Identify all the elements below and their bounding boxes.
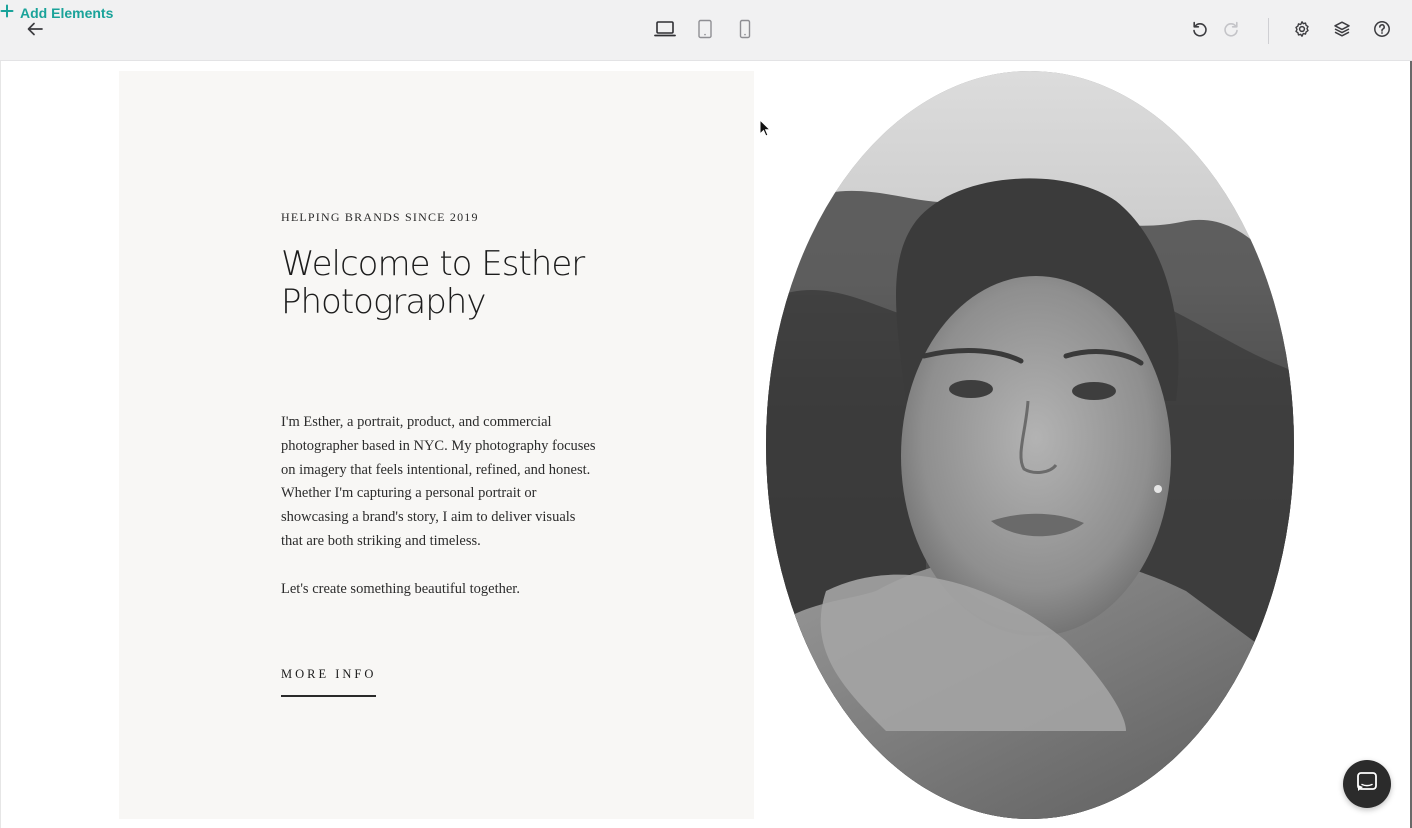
help-button[interactable] (1365, 14, 1399, 48)
redo-button[interactable] (1214, 14, 1248, 48)
plus-icon (0, 4, 14, 23)
chat-icon (1356, 771, 1378, 798)
mouse-cursor-icon (759, 118, 772, 142)
redo-icon (1222, 20, 1240, 43)
desktop-view-button[interactable] (649, 15, 681, 47)
more-info-button[interactable]: MORE INFO (281, 667, 377, 697)
layers-icon (1333, 20, 1351, 43)
editor-toolbar: Add Elements (0, 0, 1412, 61)
phone-icon (738, 19, 752, 44)
chat-button[interactable] (1343, 760, 1391, 808)
layers-button[interactable] (1325, 14, 1359, 48)
hero-eyebrow[interactable]: HELPING BRANDS SINCE 2019 (281, 210, 479, 225)
settings-button[interactable] (1285, 14, 1319, 48)
portrait-photo (766, 71, 1294, 819)
page-canvas: HELPING BRANDS SINCE 2019 Welcome to Est… (0, 61, 1412, 828)
toolbar-divider (1268, 18, 1269, 44)
hero-text-section[interactable]: HELPING BRANDS SINCE 2019 Welcome to Est… (119, 71, 754, 819)
hero-body-text[interactable]: I'm Esther, a portrait, product, and com… (281, 411, 599, 554)
laptop-icon (654, 20, 676, 43)
back-button[interactable] (18, 14, 52, 48)
arrow-left-icon (26, 20, 44, 43)
tablet-icon (697, 19, 713, 44)
tablet-view-button[interactable] (689, 15, 721, 47)
hero-headline[interactable]: Welcome to Esther Photography (281, 245, 641, 321)
hero-closing-text[interactable]: Let's create something beautiful togethe… (281, 578, 599, 602)
mobile-view-button[interactable] (729, 15, 761, 47)
question-mark-icon (1373, 20, 1391, 43)
portrait-image[interactable] (766, 71, 1294, 819)
gear-icon (1293, 20, 1311, 43)
undo-button[interactable] (1183, 14, 1217, 48)
undo-icon (1191, 20, 1209, 43)
